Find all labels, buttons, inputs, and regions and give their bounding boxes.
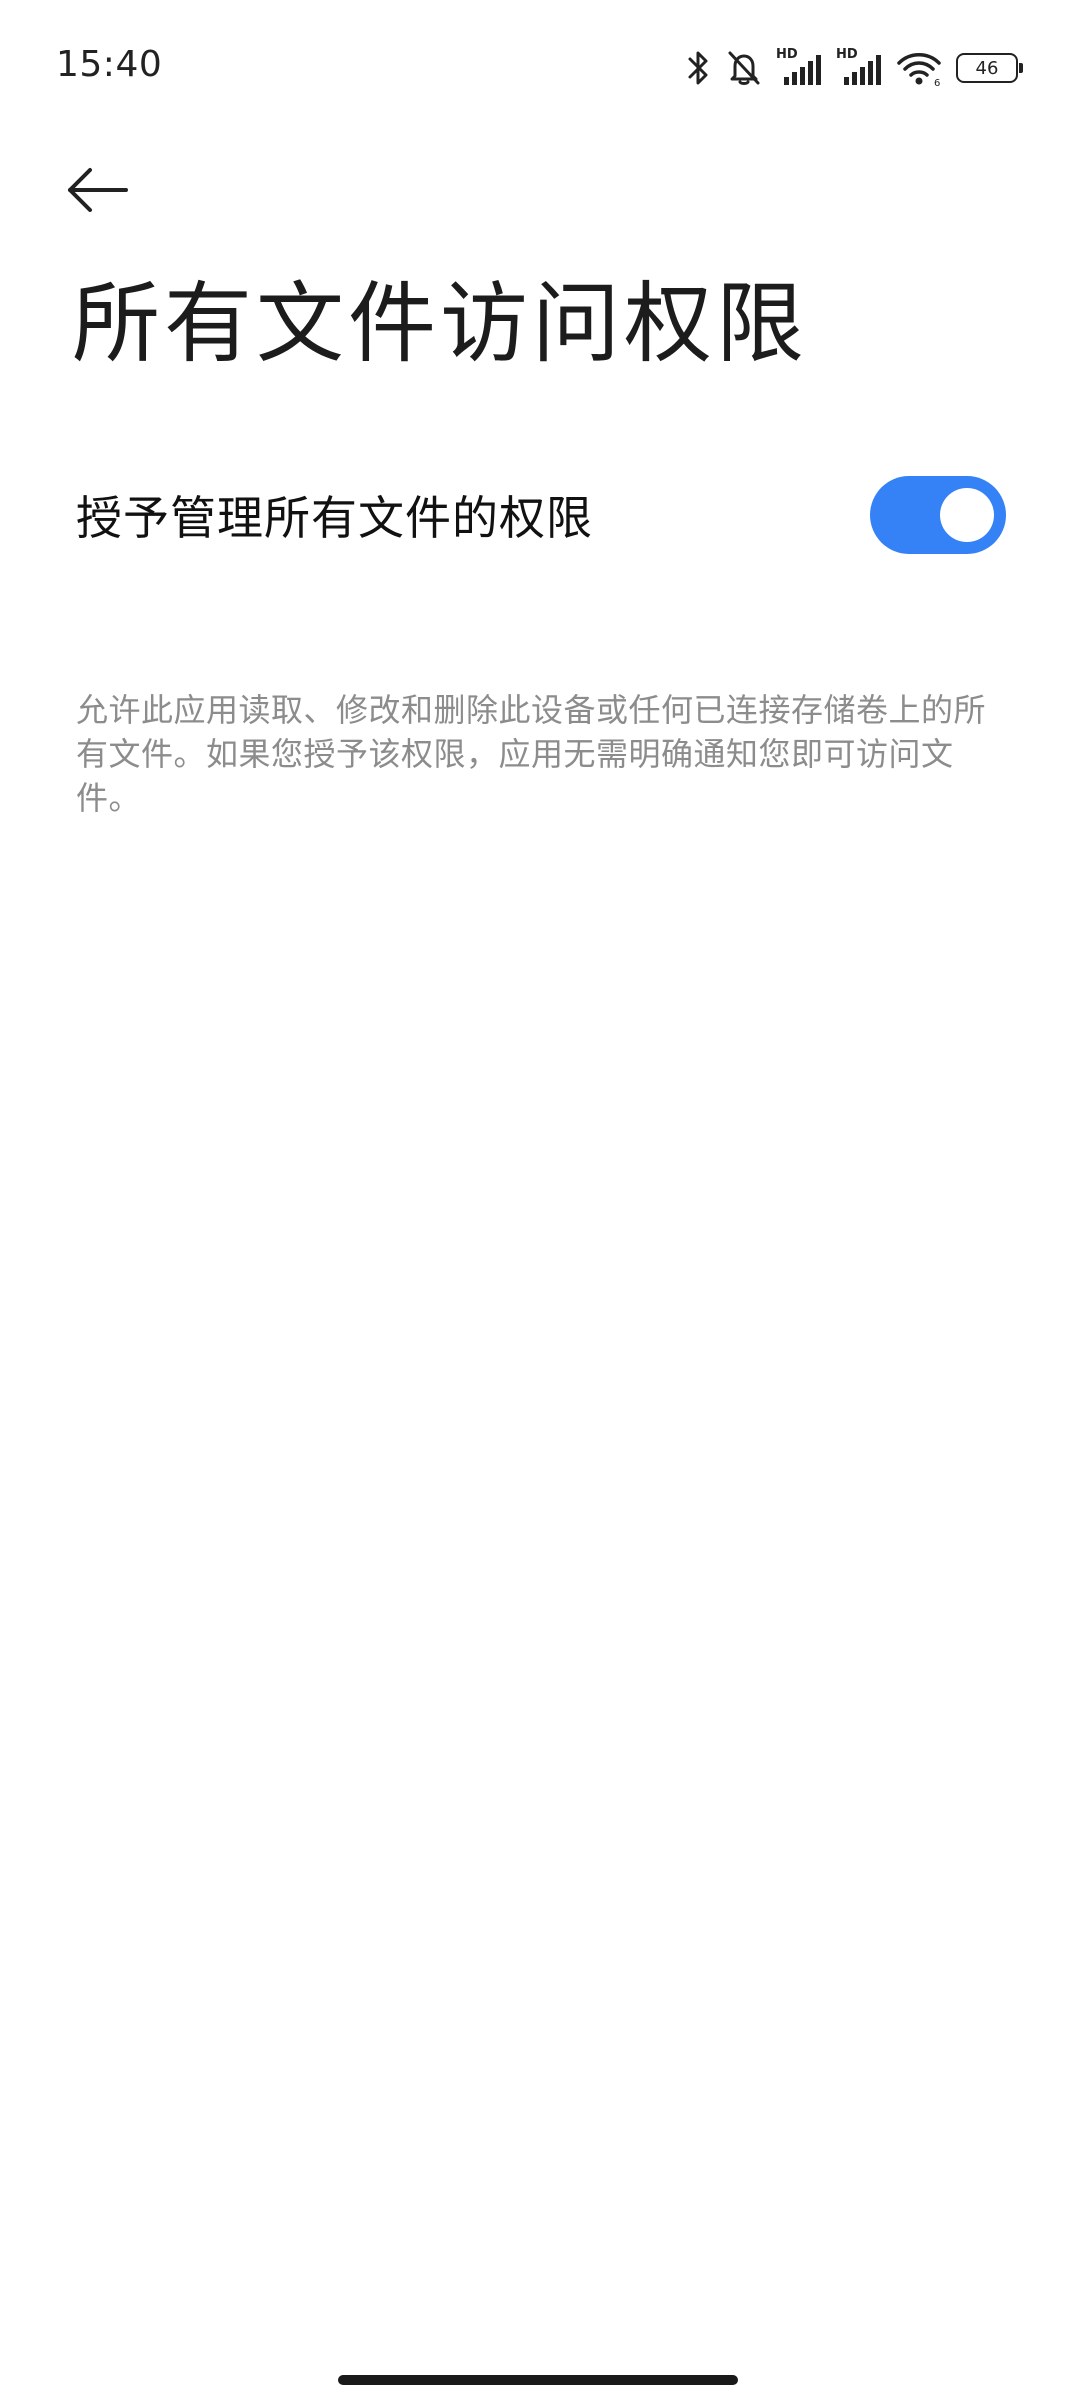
back-button[interactable] <box>66 150 146 230</box>
status-time: 15:40 <box>56 44 163 85</box>
battery-icon: 46 <box>956 53 1023 83</box>
page-title: 所有文件访问权限 <box>72 272 809 375</box>
status-icons: HD HD 6 46 <box>686 46 1023 90</box>
permission-description: 允许此应用读取、修改和删除此设备或任何已连接存储卷上的所有文件。如果您授予该权限… <box>76 691 987 817</box>
mute-icon <box>726 49 762 87</box>
switch-knob <box>940 488 994 542</box>
grant-all-files-access-row[interactable]: 授予管理所有文件的权限 <box>0 440 1080 590</box>
hd-signal-icon: HD <box>836 47 882 87</box>
grant-all-files-access-label: 授予管理所有文件的权限 <box>76 491 593 545</box>
svg-text:6: 6 <box>934 78 940 87</box>
gesture-navigation-bar[interactable] <box>338 2375 738 2385</box>
status-bar: 15:40 HD HD 6 46 <box>0 0 1080 140</box>
arrow-left-icon <box>68 168 128 212</box>
hd-signal-icon: HD <box>776 47 822 87</box>
grant-all-files-access-switch[interactable] <box>870 476 1006 554</box>
wifi-icon: 6 <box>896 49 942 87</box>
bluetooth-icon <box>686 49 712 87</box>
